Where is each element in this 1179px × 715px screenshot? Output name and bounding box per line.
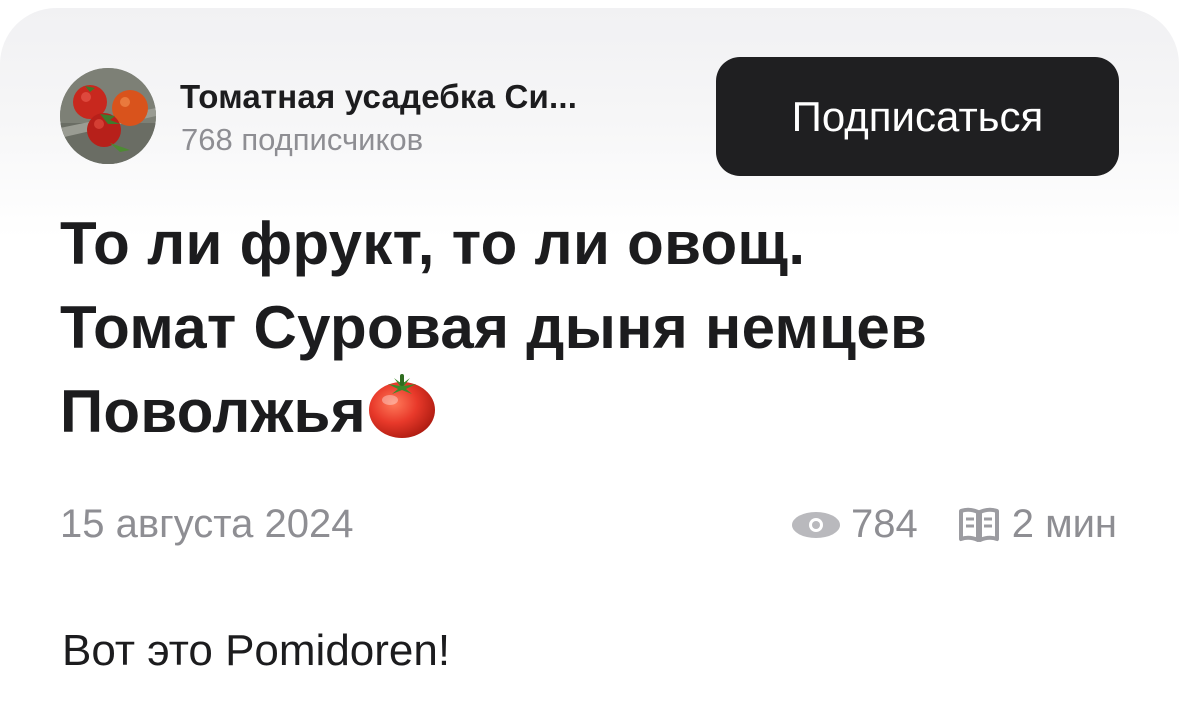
- title-line-3: Поволжья: [60, 378, 366, 445]
- view-count: 784: [850, 502, 918, 546]
- channel-header: Томатная усадебка Си... 768 подписчиков …: [0, 8, 1179, 198]
- article-card: Томатная усадебка Си... 768 подписчиков …: [0, 8, 1179, 715]
- publish-date: 15 августа 2024: [60, 502, 354, 546]
- article-title: То ли фрукт, то ли овощ. Томат Суровая д…: [60, 202, 1120, 454]
- subscriber-count: 768 подписчиков: [181, 122, 424, 157]
- channel-avatar[interactable]: [60, 68, 156, 164]
- article-stats: 784 2 мин: [791, 502, 1117, 547]
- subscribe-button[interactable]: Подписаться: [716, 57, 1119, 176]
- article-body: Вот это Pomidoren!: [62, 626, 451, 675]
- eye-icon: [791, 511, 840, 538]
- book-icon: [958, 507, 999, 542]
- title-line-2: Томат Суровая дыня немцев: [60, 294, 928, 361]
- tomato-icon: [368, 374, 435, 438]
- channel-name[interactable]: Томатная усадебка Си...: [180, 78, 670, 116]
- title-line-1: То ли фрукт, то ли овощ.: [60, 210, 806, 277]
- tomatoes-avatar-icon: [60, 68, 156, 164]
- read-time: 2 мин: [1011, 502, 1117, 546]
